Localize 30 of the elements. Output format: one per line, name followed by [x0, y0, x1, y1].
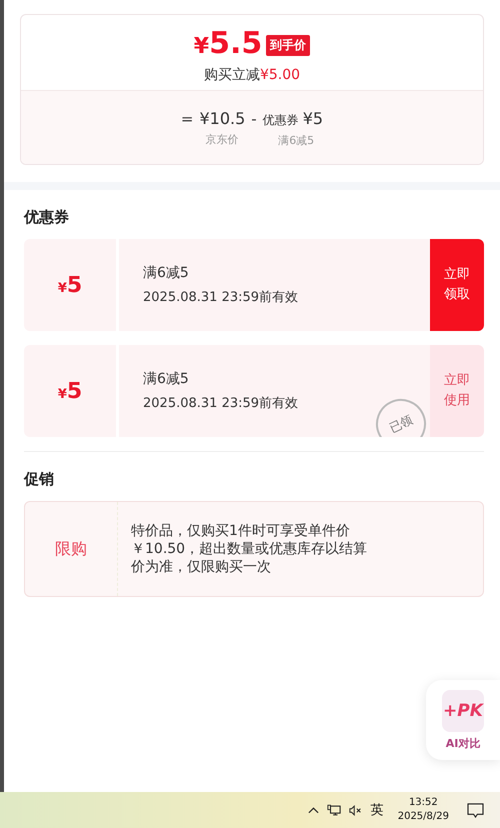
- breakdown-name: 优惠券: [262, 112, 299, 129]
- chevron-up-icon[interactable]: [308, 806, 319, 814]
- coupon-amount: ¥5: [58, 378, 82, 404]
- coupon-amount: ¥5: [58, 272, 82, 298]
- section-title: 优惠券: [24, 208, 70, 227]
- clock-date[interactable]: 2025/8/29: [398, 810, 449, 824]
- pk-badge: +PK: [442, 690, 484, 732]
- coupon-validity: 2025.08.31 23:59前有效: [143, 289, 300, 306]
- coupon-rule: 满6减5: [143, 264, 190, 282]
- operator-sign: =: [180, 110, 194, 128]
- operator-sign: -: [251, 110, 257, 128]
- muted-speaker-icon[interactable]: [348, 804, 363, 816]
- breakdown-value: ¥10.5: [199, 109, 246, 128]
- ai-compare-button[interactable]: +PK AI对比: [426, 680, 500, 760]
- breakdown-caption: 京东价: [204, 132, 239, 147]
- coupon-validity: 2025.08.31 23:59前有效: [143, 395, 300, 412]
- input-method-indicator[interactable]: 英: [370, 801, 384, 819]
- notification-icon[interactable]: [467, 802, 484, 818]
- promotion-tag: 限购: [55, 538, 87, 560]
- promotion-text: 特价品，仅购买1件时可享受单件价￥10.50，超出数量或优惠库存以结算价为准，仅限购买一次: [131, 522, 368, 576]
- coupon-action-button[interactable]: 立即领取: [430, 239, 484, 331]
- breakdown-value: ¥5: [302, 109, 324, 128]
- section-title: 促销: [24, 470, 55, 489]
- price-tag: 到手价: [266, 35, 310, 56]
- network-icon[interactable]: [326, 804, 341, 816]
- saving-text: 购买立减¥5.00: [204, 66, 300, 84]
- breakdown-caption: 满6减5: [277, 133, 314, 148]
- clock-time[interactable]: 13:52: [408, 796, 438, 810]
- final-price: ¥5.5: [194, 27, 262, 63]
- coupon-rule: 满6减5: [143, 370, 190, 388]
